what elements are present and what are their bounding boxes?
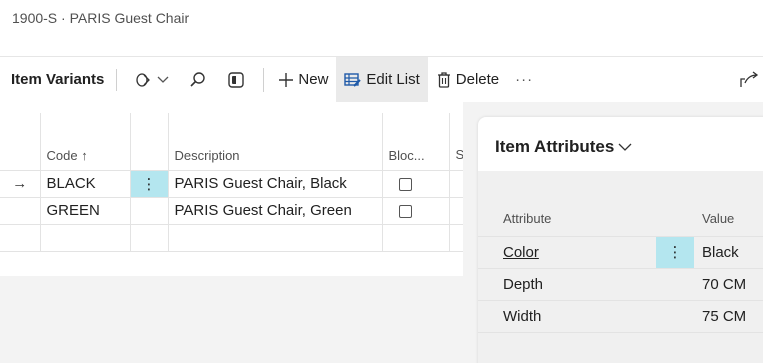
- cell-description[interactable]: PARIS Guest Chair, Green: [168, 197, 383, 225]
- delete-button[interactable]: Delete: [428, 57, 507, 102]
- cell-blocked[interactable]: [382, 169, 450, 198]
- row-indicator-header: [0, 113, 41, 171]
- action-bar: Item Variants New Edit List Delete ···: [0, 56, 763, 102]
- filter-pane-icon: [135, 72, 153, 88]
- row-actions-cell[interactable]: [130, 197, 169, 225]
- table-row[interactable]: GREEN PARIS Guest Chair, Green: [0, 197, 483, 225]
- details-pane-icon: [227, 71, 245, 89]
- new-button-label: New: [298, 71, 329, 88]
- blocked-checkbox[interactable]: [398, 204, 412, 218]
- column-header-blocked[interactable]: Bloc...: [382, 113, 450, 171]
- cell-code[interactable]: GREEN: [40, 197, 131, 225]
- table-header-row: Attribute Value: [478, 202, 763, 237]
- attributes-table: Attribute Value Color ⋮ Black Depth 70 C…: [478, 202, 763, 333]
- row-actions-cell[interactable]: [656, 300, 694, 333]
- cell-blocked[interactable]: [382, 197, 450, 225]
- table-row-new[interactable]: [0, 224, 483, 252]
- current-row-arrow-icon: →: [0, 169, 41, 198]
- table-row[interactable]: Width 75 CM: [478, 300, 763, 333]
- row-actions-button[interactable]: ⋮: [656, 236, 694, 269]
- chevron-down-icon: [618, 143, 632, 152]
- row-indicator: [0, 224, 41, 252]
- chevron-down-icon: [157, 76, 169, 84]
- blocked-checkbox[interactable]: [398, 177, 412, 191]
- cell-code[interactable]: [40, 224, 131, 252]
- cell-attribute[interactable]: Depth: [478, 268, 656, 301]
- table-row[interactable]: Depth 70 CM: [478, 268, 763, 301]
- edit-list-button-label: Edit List: [366, 71, 420, 88]
- toolbar-divider: [263, 67, 265, 92]
- filter-menu-button[interactable]: [127, 57, 181, 102]
- more-options-label: ···: [515, 71, 534, 88]
- column-header-description[interactable]: Description: [168, 113, 383, 171]
- edit-list-icon: [344, 72, 362, 88]
- breadcrumb: 1900-S · PARIS Guest Chair: [12, 10, 190, 26]
- share-button[interactable]: [731, 57, 763, 102]
- list-empty-area: [0, 276, 463, 363]
- show-details-button[interactable]: [219, 57, 257, 102]
- table-header-row: Code ↑ Description Bloc... S B: [0, 113, 483, 171]
- attribute-link[interactable]: Color: [503, 244, 539, 261]
- share-icon: [739, 70, 759, 89]
- search-button[interactable]: [181, 57, 219, 102]
- row-actions-cell[interactable]: [656, 268, 694, 301]
- factbox-title-label: Item Attributes: [495, 137, 615, 156]
- cell-value[interactable]: Black: [694, 236, 763, 269]
- cell-attribute[interactable]: Width: [478, 300, 656, 333]
- factbox-title[interactable]: Item Attributes: [495, 137, 632, 157]
- plus-icon: [278, 72, 294, 88]
- column-header-code[interactable]: Code ↑: [40, 113, 131, 171]
- cell-attribute[interactable]: Color: [478, 236, 656, 269]
- delete-button-label: Delete: [455, 71, 500, 88]
- row-actions-button[interactable]: ⋮: [130, 169, 169, 198]
- trash-icon: [436, 71, 452, 89]
- cell-value[interactable]: 75 CM: [694, 300, 763, 333]
- cell-blocked[interactable]: [382, 224, 450, 252]
- column-header-value[interactable]: Value: [694, 202, 763, 237]
- new-button[interactable]: New: [270, 57, 336, 102]
- cell-value[interactable]: 70 CM: [694, 268, 763, 301]
- row-indicator: [0, 197, 41, 225]
- toolbar-divider: [116, 68, 118, 91]
- column-header-attribute[interactable]: Attribute: [478, 202, 656, 237]
- item-attributes-factbox: Item Attributes Attribute Value Color ⋮ …: [478, 117, 763, 363]
- edit-list-button[interactable]: Edit List: [336, 57, 428, 102]
- row-actions-header: [130, 113, 169, 171]
- page-title: Item Variants: [11, 71, 105, 88]
- cell-description[interactable]: [168, 224, 383, 252]
- cell-description[interactable]: PARIS Guest Chair, Black: [168, 169, 383, 198]
- search-icon: [189, 71, 207, 89]
- row-actions-cell[interactable]: [130, 224, 169, 252]
- row-actions-header: [656, 202, 694, 237]
- table-row[interactable]: Color ⋮ Black: [478, 236, 763, 269]
- cell-code[interactable]: BLACK: [40, 169, 131, 198]
- table-row[interactable]: → BLACK ⋮ PARIS Guest Chair, Black: [0, 169, 483, 198]
- more-options-button[interactable]: ···: [507, 57, 541, 102]
- item-variants-list: Code ↑ Description Bloc... S B → BLACK ⋮…: [0, 113, 483, 252]
